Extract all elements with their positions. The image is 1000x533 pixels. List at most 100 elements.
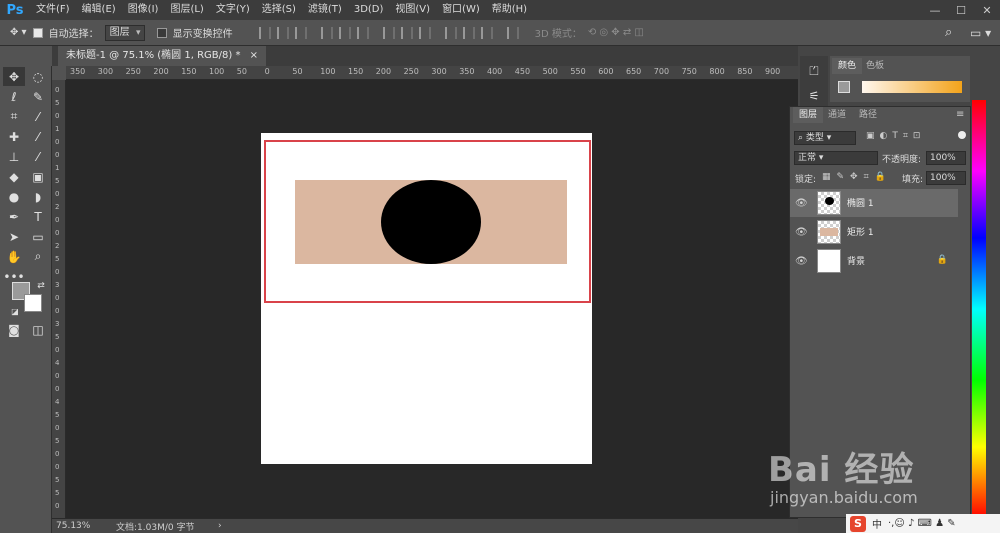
lock-icons[interactable]: ▦✎✥⌗🔒 — [822, 172, 892, 182]
ime-tool-icons[interactable]: ·,☺ ♪ ⌨ ♟ ✎ — [888, 518, 956, 529]
hue-spectrum[interactable] — [972, 100, 986, 518]
blur-tool-icon[interactable]: ● — [3, 187, 25, 206]
tab-color[interactable]: 颜色 — [832, 58, 863, 74]
distribute-top-icon[interactable] — [382, 26, 395, 39]
hand-tool-icon[interactable]: ✋ — [3, 247, 25, 266]
filter-toggle-icon[interactable] — [958, 131, 966, 139]
layer-thumbnail — [817, 220, 841, 244]
panel-menu-icon[interactable]: ≡ — [956, 109, 964, 120]
visibility-eye-icon[interactable]: 👁 — [795, 227, 808, 238]
ruler-tick-label: 5 — [55, 489, 60, 497]
layer-filter-icons[interactable]: ▣◐T⌗⊡ — [866, 131, 925, 141]
clone-stamp-icon[interactable]: ⊥ — [3, 147, 25, 166]
zoom-tool-icon[interactable]: ⌕ — [27, 247, 49, 266]
brush-tool-icon[interactable]: ⁄ — [27, 127, 49, 146]
close-tab-icon[interactable]: × — [250, 50, 258, 61]
eraser-tool-icon[interactable]: ◆ — [3, 167, 25, 186]
properties-panel-icon[interactable]: ⚟ — [803, 86, 825, 105]
auto-align-icon[interactable] — [506, 26, 519, 39]
marquee-tool-icon[interactable]: ◌ — [27, 67, 49, 86]
quick-mask-icon[interactable]: ◙ — [3, 320, 25, 339]
close-button[interactable]: ✕ — [974, 0, 1000, 20]
auto-select-dropdown[interactable]: 图层 — [104, 24, 145, 41]
layer-name: 椭圆 1 — [847, 199, 874, 209]
crop-tool-icon[interactable]: ⌗ — [3, 107, 25, 126]
pen-tool-icon[interactable]: ✒ — [3, 207, 25, 226]
layer-row-ellipse[interactable]: 👁 椭圆 1 — [790, 189, 958, 217]
tab-swatches[interactable]: 色板 — [860, 58, 890, 74]
zoom-level[interactable]: 75.13% — [56, 521, 112, 531]
distribute-left-icon[interactable] — [444, 26, 457, 39]
align-vcenter-icon[interactable] — [276, 26, 289, 39]
screen-mode-icon[interactable]: ◫ — [27, 320, 49, 339]
layer-filter-dropdown[interactable]: ⌕ 类型 ▾ — [794, 131, 856, 145]
align-top-icon[interactable] — [258, 26, 271, 39]
lasso-tool-icon[interactable]: ℓ — [3, 87, 25, 106]
swap-colors-icon[interactable]: ⇄ — [30, 276, 52, 295]
default-colors-icon[interactable]: ◪ — [4, 302, 26, 321]
eyedropper-tool-icon[interactable]: ⁄ — [27, 107, 49, 126]
menu-file[interactable]: 文件(F) — [30, 0, 76, 20]
menu-type[interactable]: 文字(Y) — [210, 0, 256, 20]
distribute-hcenter-icon[interactable] — [462, 26, 475, 39]
menu-image[interactable]: 图像(I) — [122, 0, 165, 20]
opacity-input[interactable]: 100% — [926, 151, 966, 165]
minimize-button[interactable]: — — [922, 0, 948, 20]
align-right-icon[interactable] — [356, 26, 369, 39]
path-select-icon[interactable]: ➤ — [3, 227, 25, 246]
gradient-tool-icon[interactable]: ▣ — [27, 167, 49, 186]
color-fg-swatch[interactable] — [838, 81, 850, 93]
menu-edit[interactable]: 编辑(E) — [76, 0, 122, 20]
healing-brush-icon[interactable]: ✚ — [3, 127, 25, 146]
menu-window[interactable]: 窗口(W) — [436, 0, 486, 20]
history-panel-icon[interactable]: ⏍ — [803, 62, 825, 81]
auto-select-checkbox[interactable] — [32, 27, 43, 38]
ruler-tick-label: 3 — [55, 320, 60, 328]
align-left-icon[interactable] — [320, 26, 333, 39]
tab-channels[interactable]: 通道 — [822, 107, 852, 123]
ruler-tick-label: 0 — [55, 424, 60, 432]
type-tool-icon[interactable]: T — [27, 207, 49, 226]
layer-row-rectangle[interactable]: 👁 矩形 1 — [790, 218, 958, 246]
blend-mode-dropdown[interactable]: 正常 ▾ — [794, 151, 878, 165]
ruler-tick-label: 5 — [55, 437, 60, 445]
menu-view[interactable]: 视图(V) — [389, 0, 436, 20]
align-bottom-icon[interactable] — [294, 26, 307, 39]
quick-select-tool-icon[interactable]: ✎ — [27, 87, 49, 106]
align-hcenter-icon[interactable] — [338, 26, 351, 39]
ruler-tick-label: 150 — [181, 67, 197, 76]
show-transform-checkbox[interactable] — [156, 27, 167, 38]
menu-select[interactable]: 选择(S) — [256, 0, 302, 20]
dodge-tool-icon[interactable]: ◗ — [27, 187, 49, 206]
distribute-vcenter-icon[interactable] — [400, 26, 413, 39]
3d-tools-icons[interactable]: ⟲ ◎ ✥ ⇄ ◫ — [588, 27, 644, 38]
visibility-eye-icon[interactable]: 👁 — [795, 198, 808, 209]
move-tool-icon[interactable]: ✥ ▾ — [10, 27, 27, 38]
rectangle-tool-icon[interactable]: ▭ — [27, 227, 49, 246]
visibility-eye-icon[interactable]: 👁 — [795, 256, 808, 267]
menu-3d[interactable]: 3D(D) — [348, 0, 390, 20]
tab-paths[interactable]: 路径 — [853, 107, 883, 123]
background-color-swatch[interactable] — [24, 294, 42, 312]
maximize-button[interactable]: ☐ — [948, 0, 974, 20]
distribute-bottom-icon[interactable] — [418, 26, 431, 39]
menu-filter[interactable]: 滤镜(T) — [302, 0, 348, 20]
color-ramp[interactable] — [862, 81, 962, 93]
ruler-tick-label: 850 — [737, 67, 753, 76]
layer-row-background[interactable]: 👁 背景 🔒 — [790, 247, 958, 275]
ruler-tick-label: 1 — [55, 164, 60, 172]
ime-logo[interactable]: S — [850, 515, 866, 532]
distribute-right-icon[interactable] — [480, 26, 493, 39]
status-menu-arrow[interactable]: › — [218, 521, 222, 531]
tab-layers[interactable]: 图层 — [793, 107, 824, 123]
document-tab[interactable]: 未标题-1 @ 75.1% (椭圆 1, RGB/8) * × — [58, 46, 267, 66]
fill-input[interactable]: 100% — [926, 171, 966, 185]
workspace-icon[interactable]: ▭ ▾ — [970, 26, 991, 40]
move-tool-icon[interactable]: ✥ — [3, 67, 25, 86]
menu-layer[interactable]: 图层(L) — [164, 0, 209, 20]
menu-help[interactable]: 帮助(H) — [486, 0, 533, 20]
history-brush-icon[interactable]: ⁄ — [27, 147, 49, 166]
color-panel: 颜色 色板 — [830, 56, 970, 102]
search-icon[interactable]: ⌕ — [945, 25, 952, 40]
ime-mode[interactable]: 中 — [872, 516, 882, 531]
